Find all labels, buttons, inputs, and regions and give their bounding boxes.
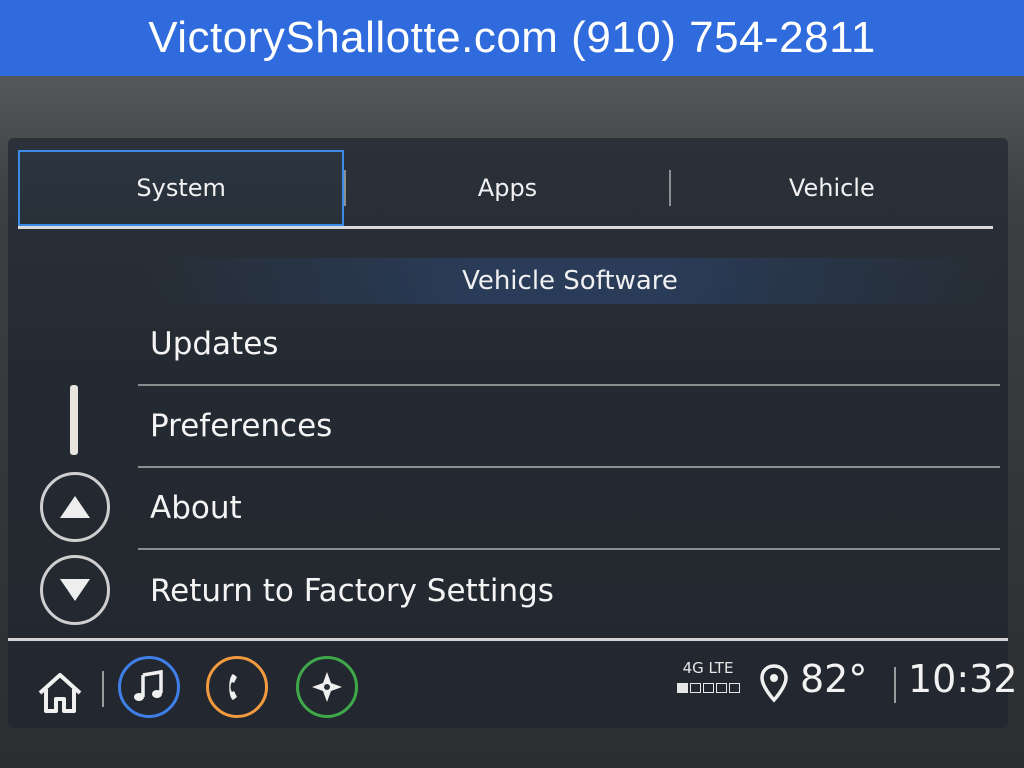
menu-item-updates[interactable]: Updates (138, 304, 1000, 386)
dealer-banner: VictoryShallotte.com (910) 754-2811 (0, 0, 1024, 76)
compass-icon (312, 672, 342, 702)
tab-vehicle[interactable]: Vehicle (671, 150, 993, 226)
menu-item-preferences[interactable]: Preferences (138, 386, 1000, 468)
bottom-bar: 4G LTE 82° 10:32 (8, 641, 1018, 721)
music-note-icon (134, 669, 163, 701)
menu-item-factory-reset[interactable]: Return to Factory Settings (138, 550, 1000, 632)
home-icon[interactable] (36, 671, 84, 715)
network-type: 4G LTE (682, 659, 734, 677)
signal-bars (668, 683, 748, 693)
tab-bar: System Apps Vehicle (18, 150, 993, 226)
signal-bar (689, 683, 701, 693)
signal-bar (702, 683, 714, 693)
section-title: Vehicle Software (140, 258, 1000, 304)
signal-bar (715, 683, 727, 693)
banner-text: VictoryShallotte.com (910) 754-2811 (148, 13, 876, 62)
scrollbar-thumb[interactable] (70, 385, 78, 455)
signal-bar (728, 683, 740, 693)
menu-item-label: Updates (150, 326, 279, 362)
tab-label: Vehicle (788, 174, 875, 202)
menu-item-label: About (150, 490, 242, 526)
scroll-up-button[interactable] (40, 472, 110, 542)
menu-item-label: Preferences (150, 408, 333, 444)
settings-menu: Updates Preferences About Return to Fact… (138, 304, 1000, 632)
navigation-button[interactable] (296, 656, 358, 718)
location-pin-icon (760, 664, 788, 703)
tab-system[interactable]: System (18, 150, 345, 226)
section-title-text: Vehicle Software (462, 266, 678, 296)
signal-bar (676, 683, 688, 693)
bottom-divider (102, 671, 104, 707)
audio-button[interactable] (118, 656, 180, 718)
menu-item-label: Return to Factory Settings (150, 573, 554, 609)
tab-label: Apps (477, 174, 538, 202)
cellular-signal: 4G LTE (668, 659, 748, 703)
arrow-down-icon (60, 579, 90, 601)
tab-underline (18, 226, 993, 229)
phone-button[interactable] (206, 656, 268, 718)
clock: 10:32 (908, 657, 1018, 701)
outside-temperature: 82° (800, 657, 868, 701)
tab-apps[interactable]: Apps (346, 150, 668, 226)
tab-label: System (136, 174, 226, 202)
menu-item-about[interactable]: About (138, 468, 1000, 550)
scroll-down-button[interactable] (40, 555, 110, 625)
status-divider (894, 667, 896, 703)
arrow-up-icon (60, 496, 90, 518)
phone-icon (229, 674, 237, 700)
